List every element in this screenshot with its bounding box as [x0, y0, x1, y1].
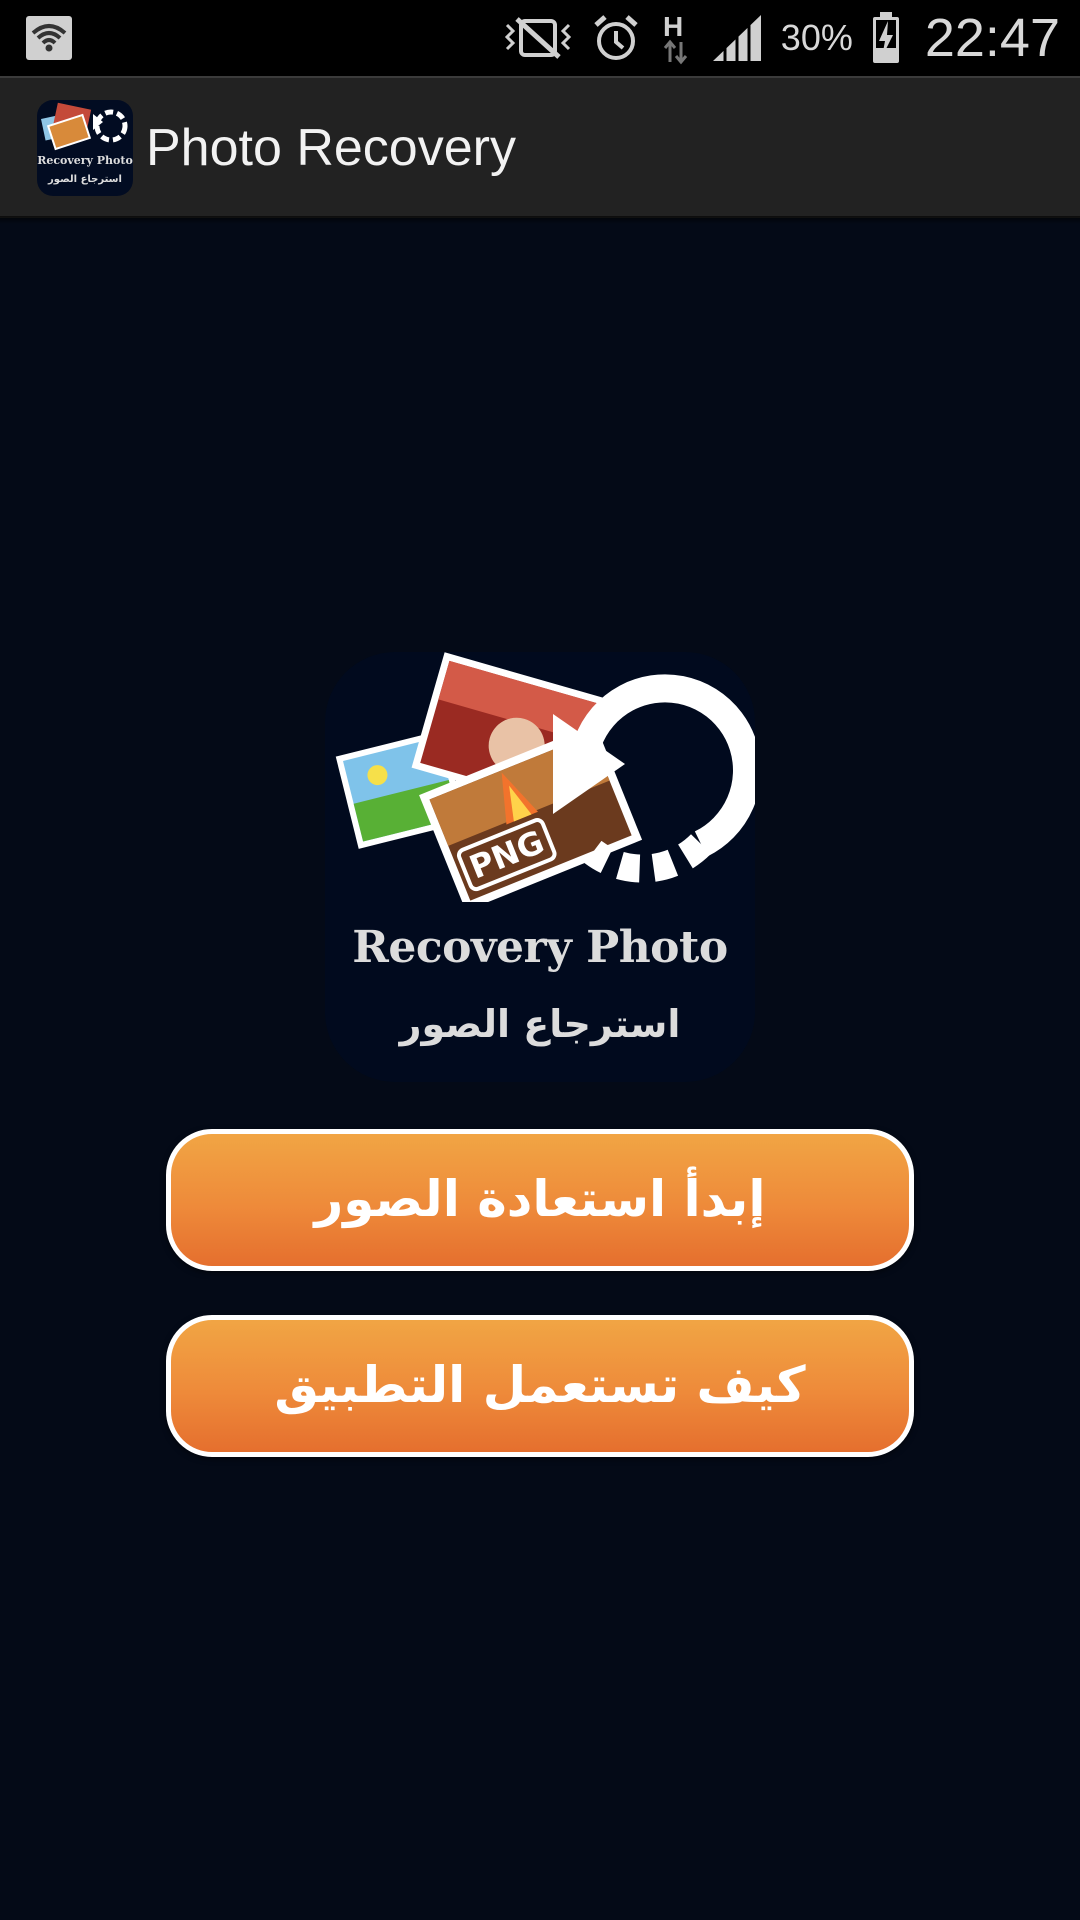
svg-text:Recovery Photo: Recovery Photo — [37, 154, 133, 167]
wifi-icon — [26, 16, 72, 60]
center-logo: PNG Recovery Photo استرجاع الصور — [325, 652, 755, 1082]
mute-vibrate-icon — [504, 17, 571, 59]
status-icons: H 30% 22:47 — [503, 0, 1060, 76]
status-bar: H 30% 22:47 — [0, 0, 1080, 76]
svg-text:استرجاع الصور: استرجاع الصور — [47, 174, 122, 185]
app-logo-icon[interactable]: Recovery Photo استرجاع الصور — [37, 100, 133, 196]
app-title: Photo Recovery — [146, 119, 516, 177]
signal-icon — [712, 15, 761, 61]
alarm-icon — [594, 15, 638, 60]
screen: H 30% 22:47 Recovery Photo استرجاع الصور… — [0, 0, 1080, 1920]
start-recovery-button[interactable]: إبدأ استعادة الصور — [166, 1129, 914, 1271]
action-bar: Recovery Photo استرجاع الصور Photo Recov… — [0, 76, 1080, 218]
how-to-use-button[interactable]: كيف تستعمل التطبيق — [166, 1315, 914, 1457]
photo-stack-icon: PNG — [335, 652, 755, 902]
battery-charging-icon — [872, 12, 899, 63]
clock: 22:47 — [924, 8, 1060, 68]
logo-title-ar: استرجاع الصور — [399, 1002, 681, 1046]
svg-text:H: H — [663, 11, 683, 42]
network-h-icon: H — [663, 11, 687, 65]
battery-percent: 30% — [780, 17, 853, 58]
logo-title-en: Recovery Photo — [352, 922, 728, 973]
action-bar-shadow — [0, 216, 1080, 224]
